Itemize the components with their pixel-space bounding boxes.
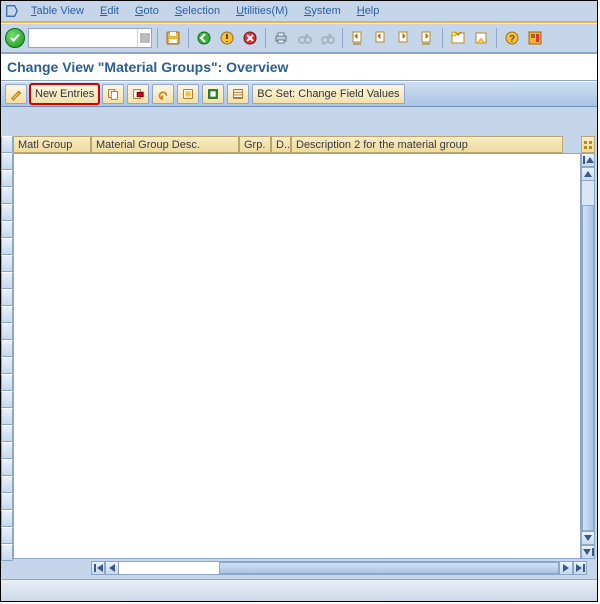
generate-shortcut-button[interactable] bbox=[471, 28, 491, 48]
row-selector[interactable] bbox=[1, 272, 13, 289]
cancel-button[interactable] bbox=[240, 28, 260, 48]
row-selector[interactable] bbox=[1, 510, 13, 527]
col-desc2[interactable]: Description 2 for the material group bbox=[291, 136, 563, 153]
new-session-button[interactable] bbox=[448, 28, 468, 48]
row-selector[interactable] bbox=[1, 527, 13, 544]
vertical-scrollbar[interactable] bbox=[581, 153, 595, 559]
row-selector[interactable] bbox=[1, 493, 13, 510]
scroll-rightmost-button[interactable] bbox=[573, 561, 587, 575]
scroll-down-button[interactable] bbox=[581, 531, 595, 545]
row-selector[interactable] bbox=[1, 425, 13, 442]
system-menu-icon[interactable] bbox=[5, 4, 19, 18]
command-field[interactable] bbox=[28, 28, 152, 48]
scroll-track-fixed bbox=[119, 562, 219, 574]
row-selector[interactable] bbox=[1, 170, 13, 187]
scroll-track[interactable] bbox=[581, 181, 595, 531]
menu-selection[interactable]: Selection bbox=[167, 2, 228, 20]
row-selector[interactable] bbox=[1, 221, 13, 238]
row-selector[interactable] bbox=[1, 544, 13, 561]
standard-toolbar: ? bbox=[1, 23, 597, 53]
workspace: Matl Group Material Group Desc. Grp. D..… bbox=[1, 111, 597, 601]
row-selector[interactable] bbox=[1, 136, 13, 153]
menu-help[interactable]: Help bbox=[349, 2, 388, 20]
undo-button[interactable] bbox=[152, 84, 174, 104]
row-selector[interactable] bbox=[1, 391, 13, 408]
layout-menu-button[interactable] bbox=[525, 28, 545, 48]
find-next-button[interactable] bbox=[317, 28, 337, 48]
application-toolbar: New Entries BC Set: Change Field Values bbox=[1, 81, 597, 107]
change-display-button[interactable] bbox=[5, 84, 27, 104]
row-selector[interactable] bbox=[1, 442, 13, 459]
exit-button[interactable] bbox=[217, 28, 237, 48]
row-selector[interactable] bbox=[1, 306, 13, 323]
menu-system[interactable]: System bbox=[296, 2, 349, 20]
row-selector[interactable] bbox=[1, 323, 13, 340]
menu-table-view[interactable]: Table View bbox=[23, 2, 92, 20]
page-title: Change View "Material Groups": Overview bbox=[7, 59, 288, 75]
col-matl-group[interactable]: Matl Group bbox=[13, 136, 91, 153]
back-button[interactable] bbox=[194, 28, 214, 48]
row-selector-gutter bbox=[1, 136, 13, 559]
save-button[interactable] bbox=[163, 28, 183, 48]
row-selector[interactable] bbox=[1, 289, 13, 306]
toolbar-separator bbox=[188, 28, 189, 48]
table-body-empty bbox=[13, 153, 581, 559]
col-matl-desc[interactable]: Material Group Desc. bbox=[91, 136, 239, 153]
col-d[interactable]: D... bbox=[271, 136, 291, 153]
row-selector[interactable] bbox=[1, 357, 13, 374]
copy-button[interactable] bbox=[102, 84, 124, 104]
scroll-leftmost-button[interactable] bbox=[91, 561, 105, 575]
select-block-button[interactable] bbox=[202, 84, 224, 104]
horizontal-scrollbar[interactable] bbox=[91, 561, 587, 575]
delete-button[interactable] bbox=[127, 84, 149, 104]
menu-utilities[interactable]: Utilities(M) bbox=[228, 2, 296, 20]
print-button[interactable] bbox=[271, 28, 291, 48]
prev-page-button[interactable] bbox=[371, 28, 391, 48]
window-frame: Table View Edit Goto Selection Utilities… bbox=[0, 0, 598, 602]
row-selector[interactable] bbox=[1, 476, 13, 493]
row-selector[interactable] bbox=[1, 187, 13, 204]
toolbar-separator bbox=[265, 28, 266, 48]
row-selector[interactable] bbox=[1, 204, 13, 221]
scroll-thumb[interactable] bbox=[582, 205, 594, 531]
menu-goto[interactable]: Goto bbox=[127, 2, 167, 20]
scroll-thumb-h[interactable] bbox=[219, 562, 559, 574]
toolbar-separator bbox=[496, 28, 497, 48]
find-button[interactable] bbox=[294, 28, 314, 48]
table-settings-button[interactable] bbox=[581, 136, 595, 153]
scroll-up-button[interactable] bbox=[581, 167, 595, 181]
select-all-button[interactable] bbox=[177, 84, 199, 104]
new-entries-button[interactable]: New Entries bbox=[30, 84, 99, 104]
menu-bar: Table View Edit Goto Selection Utilities… bbox=[1, 1, 597, 23]
first-page-button[interactable] bbox=[348, 28, 368, 48]
row-selector[interactable] bbox=[1, 459, 13, 476]
col-grp[interactable]: Grp. bbox=[239, 136, 271, 153]
table-header-row: Matl Group Material Group Desc. Grp. D..… bbox=[13, 136, 581, 153]
scroll-track-h[interactable] bbox=[119, 561, 559, 575]
row-selector[interactable] bbox=[1, 408, 13, 425]
row-selector[interactable] bbox=[1, 374, 13, 391]
deselect-all-button[interactable] bbox=[227, 84, 249, 104]
scroll-bottom-button[interactable] bbox=[581, 545, 595, 559]
toolbar-separator bbox=[442, 28, 443, 48]
row-selector[interactable] bbox=[1, 153, 13, 170]
title-bar: Change View "Material Groups": Overview bbox=[1, 53, 597, 81]
help-button[interactable]: ? bbox=[502, 28, 522, 48]
row-selector[interactable] bbox=[1, 255, 13, 272]
toolbar-separator bbox=[157, 28, 158, 48]
row-selector[interactable] bbox=[1, 238, 13, 255]
scroll-left-button[interactable] bbox=[105, 561, 119, 575]
row-selector[interactable] bbox=[1, 340, 13, 357]
svg-text:?: ? bbox=[509, 34, 515, 45]
status-bar bbox=[1, 579, 597, 601]
enter-button[interactable] bbox=[5, 28, 25, 48]
scroll-right-button[interactable] bbox=[559, 561, 573, 575]
menu-edit[interactable]: Edit bbox=[92, 2, 127, 20]
command-history-dropdown[interactable] bbox=[137, 29, 151, 47]
last-page-button[interactable] bbox=[417, 28, 437, 48]
bc-set-field-values-button[interactable]: BC Set: Change Field Values bbox=[252, 84, 404, 104]
toolbar-separator bbox=[342, 28, 343, 48]
scroll-top-button[interactable] bbox=[581, 153, 595, 167]
next-page-button[interactable] bbox=[394, 28, 414, 48]
